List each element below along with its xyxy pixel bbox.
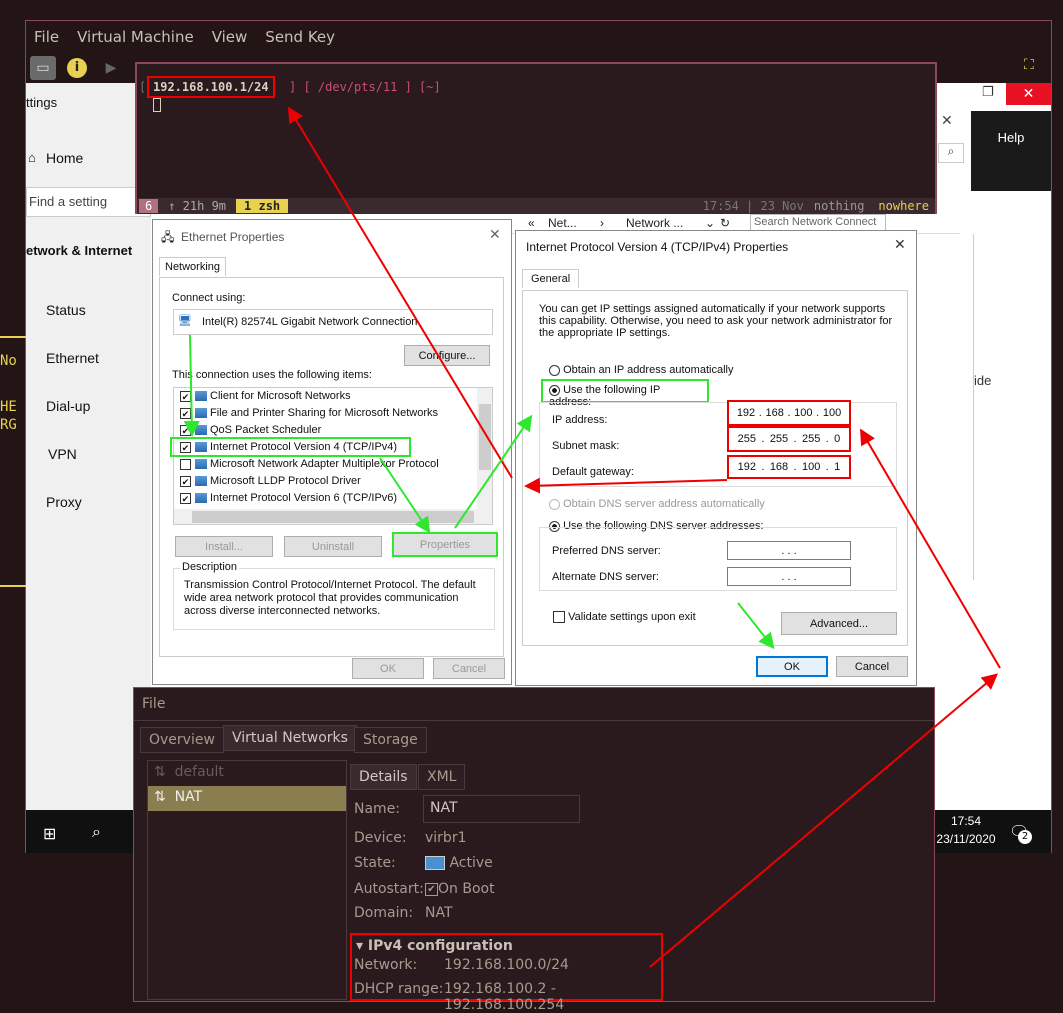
arrow-to-ip xyxy=(859,428,1001,669)
arrow-dhcp-up xyxy=(649,673,999,968)
annotation-arrows xyxy=(183,106,1001,968)
arrow-gateway-left xyxy=(524,477,728,494)
arrow-gateway-to-terminal xyxy=(287,106,513,479)
arrow-to-properties xyxy=(379,457,431,534)
arrow-adapter-to-ipv4 xyxy=(183,334,200,437)
arrow-to-ip-group xyxy=(454,414,533,529)
arrow-to-ok xyxy=(737,602,775,650)
